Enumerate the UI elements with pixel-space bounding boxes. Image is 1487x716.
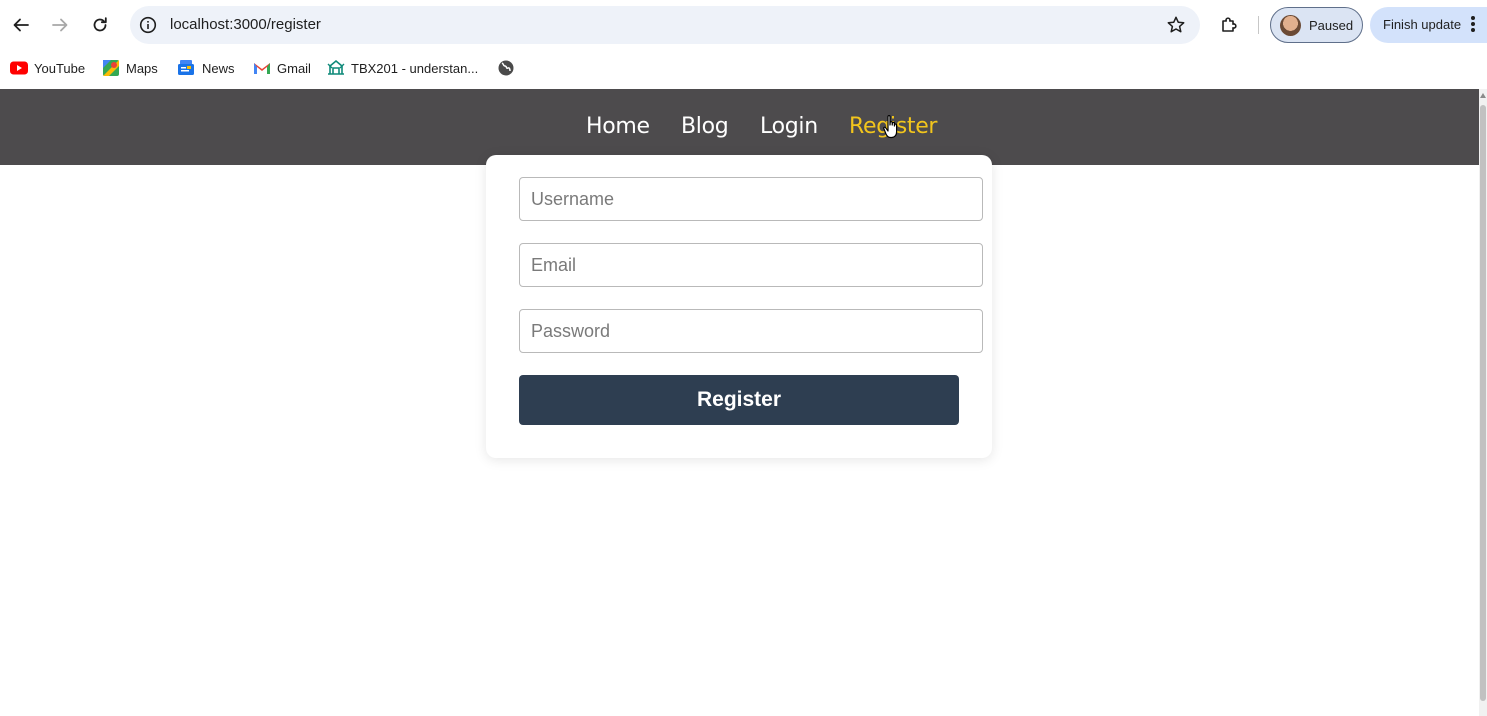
puzzle-icon[interactable] — [1218, 14, 1240, 36]
update-label: Finish update — [1383, 17, 1462, 32]
bookmark-tbx201[interactable]: TBX201 - understan... — [327, 57, 478, 79]
bookmark-maps[interactable]: Maps — [102, 57, 158, 79]
bookmark-star-icon[interactable] — [1166, 15, 1186, 35]
username-field[interactable] — [519, 177, 983, 221]
site-navbar: Home Blog Login Register — [0, 89, 1479, 165]
page-viewport: Home Blog Login Register Register — [0, 89, 1487, 716]
globe-icon — [497, 59, 515, 77]
url-text[interactable]: localhost:3000/register — [170, 16, 321, 33]
nav-link-blog[interactable]: Blog — [681, 114, 729, 139]
scrollbar-thumb[interactable] — [1480, 105, 1486, 701]
youtube-icon — [10, 59, 28, 77]
back-arrow-icon[interactable] — [5, 9, 37, 41]
bookmark-news[interactable]: News — [178, 57, 235, 79]
reload-icon[interactable] — [84, 9, 116, 41]
profile-status-label: Paused — [1309, 18, 1354, 33]
nav-link-home[interactable]: Home — [586, 114, 650, 139]
register-button[interactable]: Register — [519, 375, 959, 425]
toolbar-divider — [1258, 16, 1259, 34]
avatar — [1280, 15, 1301, 36]
kebab-menu-icon[interactable] — [1470, 16, 1476, 34]
email-field[interactable] — [519, 243, 983, 287]
hand-cursor-icon — [883, 115, 898, 139]
address-bar[interactable]: localhost:3000/register — [130, 6, 1200, 44]
tbx-icon — [327, 59, 345, 77]
info-icon[interactable] — [138, 15, 158, 35]
bookmarks-bar: YouTube Maps News Gmail TBX201 - underst… — [0, 50, 1487, 89]
bookmark-label: YouTube — [34, 60, 86, 76]
news-icon — [178, 59, 196, 77]
bookmark-gmail[interactable]: Gmail — [253, 57, 311, 79]
bookmark-label: News — [202, 60, 235, 76]
scroll-up-arrow-icon[interactable] — [1480, 93, 1486, 98]
profile-button[interactable]: Paused — [1270, 7, 1363, 43]
nav-link-login[interactable]: Login — [760, 114, 818, 139]
finish-update-button[interactable]: Finish update — [1370, 7, 1487, 43]
register-form-card: Register — [486, 155, 992, 458]
password-field[interactable] — [519, 309, 983, 353]
page-scrollbar[interactable] — [1479, 89, 1487, 716]
maps-icon — [102, 59, 120, 77]
bookmark-youtube[interactable]: YouTube — [10, 57, 85, 79]
gmail-icon — [253, 59, 271, 77]
bookmark-label: Maps — [126, 60, 158, 76]
bookmark-label: TBX201 - understan... — [351, 60, 479, 76]
bookmark-globe[interactable] — [497, 57, 521, 79]
browser-toolbar: localhost:3000/register Paused Finish up… — [0, 0, 1487, 50]
forward-arrow-icon[interactable] — [44, 9, 76, 41]
bookmark-label: Gmail — [277, 60, 311, 76]
